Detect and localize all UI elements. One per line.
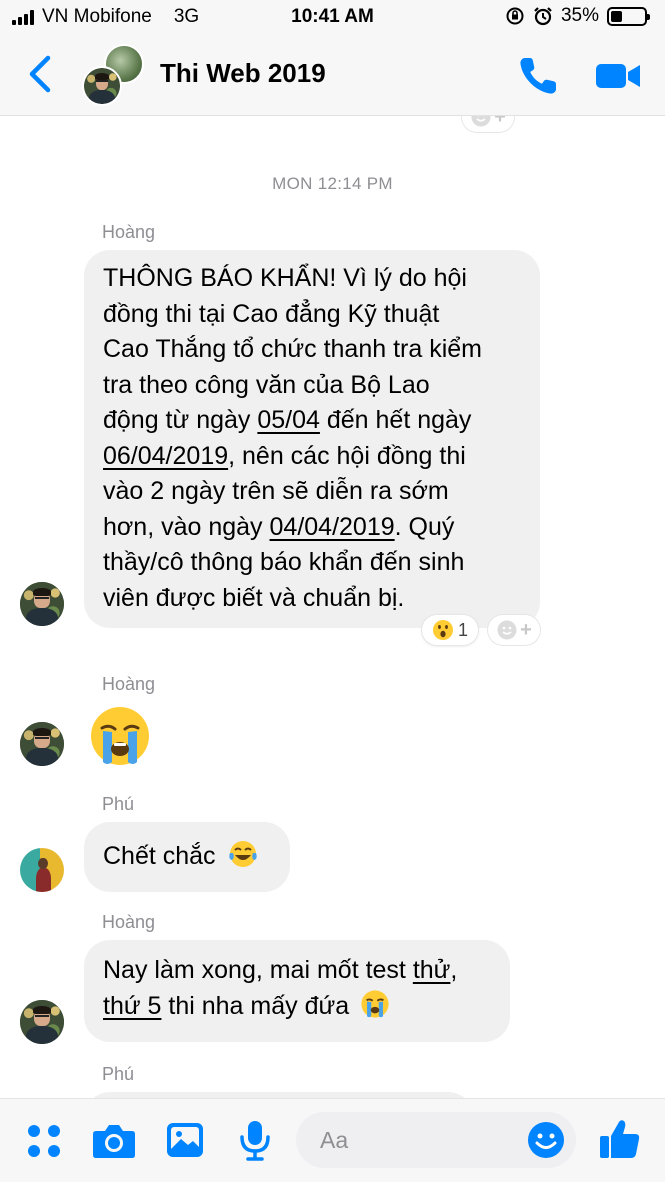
sender-name: Hoàng [102, 222, 156, 242]
message-text: Chết chắc [103, 842, 216, 870]
date-link[interactable]: 06/04/2019 [103, 442, 228, 470]
message-line: hơn, vào ngày 04/04/2019. Quý [103, 512, 455, 541]
message-line: Nay làm xong, mai mốt test thử, [103, 956, 458, 984]
status-right: 35% [505, 5, 650, 27]
message-bubble[interactable]: THÔNG BÁO KHẨN! Vì lý do hội đồng thi tạ… [84, 250, 540, 628]
video-camera-icon[interactable] [594, 58, 642, 94]
message-input-pill[interactable] [296, 1112, 576, 1168]
wow-face-icon [432, 620, 453, 640]
camera-icon[interactable] [92, 1121, 136, 1161]
tears-of-joy-icon [228, 841, 257, 868]
message-line: vào 2 ngày trên sẽ diễn ra sớm [103, 477, 449, 505]
message-line: thầy/cô thông báo khẩn đến sinh [103, 548, 465, 576]
member-avatar [82, 66, 122, 106]
reaction-chip[interactable]: 1 [422, 615, 478, 645]
timestamp: MON 12:14 PM [272, 174, 393, 193]
composer-bar [0, 1098, 665, 1182]
battery-percent: 35% [560, 5, 599, 26]
smiley-outline-icon [497, 620, 517, 640]
message-line: THÔNG BÁO KHẨN! Vì lý do hội [103, 264, 467, 292]
sender-name: Phú [102, 1064, 135, 1084]
message-line: thứ 5 thi nha mấy đứa [103, 989, 491, 1025]
microphone-icon[interactable] [238, 1119, 272, 1161]
battery-level [611, 10, 623, 22]
message-bubble[interactable]: Chết chắc [84, 822, 290, 892]
message-line: Cao Thắng tổ chức thanh tra kiểm [103, 335, 482, 363]
chat-header: Thi Web 2019 [0, 34, 665, 116]
add-reaction-button[interactable]: + [462, 116, 514, 132]
add-reaction-button[interactable]: + [488, 615, 540, 645]
sender-name: Phú [102, 794, 135, 814]
loudly-crying-face-icon [361, 990, 389, 1018]
message-line: đồng thi tại Cao đẳng Kỹ thuật [103, 299, 440, 328]
message-input[interactable] [320, 1126, 520, 1154]
avatar[interactable] [20, 582, 64, 626]
link-text[interactable]: thử [413, 956, 451, 984]
message-line: viên được biết và chuẩn bị. [103, 583, 405, 612]
link-text[interactable]: thứ 5 [103, 992, 161, 1020]
message-line: 06/04/2019, nên các hội đồng thi [103, 441, 466, 470]
message-bubble[interactable]: Nay làm xong, mai mốt test thử, thứ 5 th… [84, 940, 510, 1042]
chat-title[interactable]: Thi Web 2019 [160, 58, 326, 89]
plus-icon: + [494, 116, 506, 128]
message-line: tra theo công văn của Bộ Lao [103, 370, 430, 399]
chevron-left-icon[interactable] [24, 52, 58, 96]
menu-dots-icon[interactable] [26, 1123, 62, 1159]
loudly-crying-face-icon[interactable] [88, 704, 152, 768]
date-link[interactable]: 04/04/2019 [270, 513, 395, 541]
avatar[interactable] [20, 722, 64, 766]
sender-name: Hoàng [102, 674, 156, 694]
alarm-icon [534, 7, 552, 26]
date-link[interactable]: 05/04 [257, 406, 320, 434]
message-list[interactable]: + MON 12:14 PM Hoàng THÔNG BÁO KHẨN! Vì … [0, 116, 665, 1098]
image-icon[interactable] [166, 1121, 204, 1159]
plus-icon: + [520, 618, 532, 641]
battery-icon [607, 6, 650, 26]
phone-icon[interactable] [516, 54, 560, 98]
avatar[interactable] [20, 1000, 64, 1044]
message-line: động từ ngày 05/04 đến hết ngày [103, 406, 472, 434]
sender-name: Hoàng [102, 912, 156, 932]
avatar[interactable] [20, 848, 64, 892]
reaction-count: 1 [457, 619, 468, 640]
orientation-lock-icon [506, 7, 524, 25]
smiley-icon[interactable] [526, 1120, 566, 1160]
thumbs-up-icon[interactable] [598, 1117, 642, 1161]
group-avatar[interactable] [82, 44, 144, 106]
status-bar: VN Mobifone 3G 10:41 AM 35% [0, 0, 665, 34]
smiley-outline-icon [471, 116, 491, 127]
